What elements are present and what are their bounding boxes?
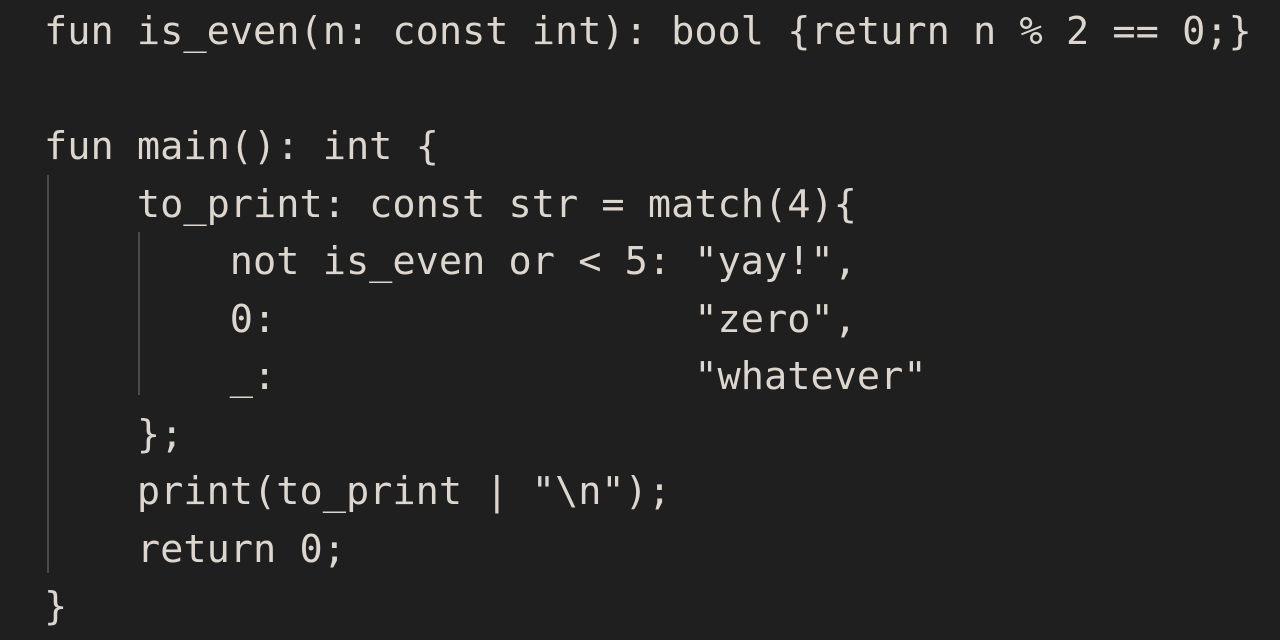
- code-line[interactable]: return 0;: [0, 521, 346, 579]
- code-text-surface[interactable]: fun is_even(n: const int): bool {return …: [0, 0, 1280, 640]
- code-line[interactable]: }: [0, 578, 67, 636]
- code-line[interactable]: fun is_even(n: const int): bool {return …: [0, 3, 1252, 61]
- code-line[interactable]: fun main(): int {: [0, 118, 439, 176]
- code-line[interactable]: [0, 61, 44, 119]
- code-line[interactable]: print(to_print | "\n");: [0, 463, 671, 521]
- code-line[interactable]: 0: "zero",: [0, 291, 857, 349]
- code-line[interactable]: };: [0, 406, 183, 464]
- code-editor[interactable]: fun is_even(n: const int): bool {return …: [0, 0, 1280, 640]
- code-line[interactable]: not is_even or < 5: "yay!",: [0, 233, 857, 291]
- code-line[interactable]: _: "whatever": [0, 348, 927, 406]
- code-line[interactable]: to_print: const str = match(4){: [0, 176, 857, 234]
